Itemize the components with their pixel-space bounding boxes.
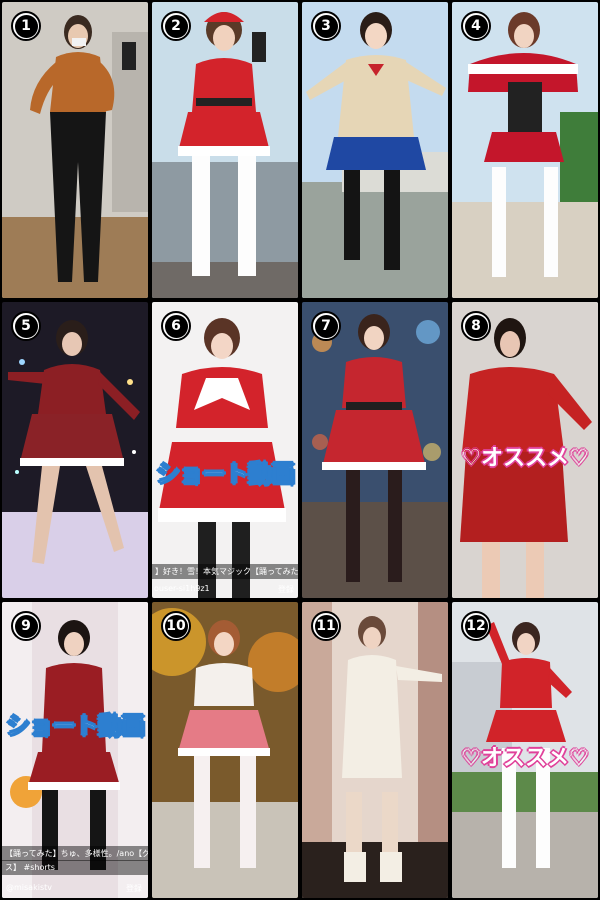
number-badge: 6 [161, 311, 191, 341]
dancer-photo [302, 2, 448, 298]
number-badge: 12 [461, 611, 491, 641]
dancer-photo [452, 2, 598, 298]
video-caption-line2: ス】 #shorts [2, 860, 148, 875]
subscribe-button[interactable]: 登録 [278, 584, 294, 595]
video-tile-7[interactable]: 7 [302, 302, 448, 598]
number-badge: 3 [311, 11, 341, 41]
video-tile-12[interactable]: 12 ♡オススメ♡ [452, 602, 598, 898]
video-tile-2[interactable]: 2 [152, 2, 298, 298]
dancer-photo [302, 302, 448, 598]
number-badge: 1 [11, 11, 41, 41]
number-badge: 8 [461, 311, 491, 341]
recommended-banner: ♡オススメ♡ [461, 746, 589, 771]
short-video-banner: ショート動画 [155, 459, 295, 488]
channel-name[interactable]: ouser-si1h9z1 [154, 584, 210, 593]
video-tile-5[interactable]: 5 [2, 302, 148, 598]
number-badge: 4 [461, 11, 491, 41]
video-tile-1[interactable]: 1 [2, 2, 148, 298]
dancer-photo [302, 602, 448, 898]
video-tile-11[interactable]: 11 [302, 602, 448, 898]
number-badge: 9 [11, 611, 41, 641]
short-video-banner: ショート動画 [5, 711, 145, 740]
video-tile-8[interactable]: 8 ♡オススメ♡ [452, 302, 598, 598]
recommended-banner: ♡オススメ♡ [461, 446, 589, 471]
dancer-photo [2, 2, 148, 298]
dancer-photo [152, 302, 298, 598]
video-caption: 】好き！雪！本気マジック【踊ってみた [152, 564, 298, 579]
dancer-photo [152, 2, 298, 298]
video-caption-line1: 【踊ってみた】ちゅ、多様性。/ano【グロチ [2, 846, 148, 861]
dancer-photo [2, 302, 148, 598]
number-badge: 2 [161, 11, 191, 41]
video-tile-10[interactable]: 10 [152, 602, 298, 898]
number-badge: 11 [311, 611, 341, 641]
number-badge: 5 [11, 311, 41, 341]
dancer-photo [152, 602, 298, 898]
channel-name[interactable]: @misakistv [6, 883, 52, 892]
video-tile-4[interactable]: 4 [452, 2, 598, 298]
video-tile-9[interactable]: 9 ショート動画 【踊ってみた】ちゅ、多様性。/ano【グロチ ス】 #shor… [2, 602, 148, 898]
thumbnail-grid: 1 2 3 4 5 6 ショート動画 】好き！雪！本気マジック【踊ってみた ou… [0, 0, 600, 900]
number-badge: 10 [161, 611, 191, 641]
subscribe-button[interactable]: 登録 [126, 883, 142, 894]
number-badge: 7 [311, 311, 341, 341]
video-tile-3[interactable]: 3 [302, 2, 448, 298]
video-tile-6[interactable]: 6 ショート動画 】好き！雪！本気マジック【踊ってみた ouser-si1h9z… [152, 302, 298, 598]
